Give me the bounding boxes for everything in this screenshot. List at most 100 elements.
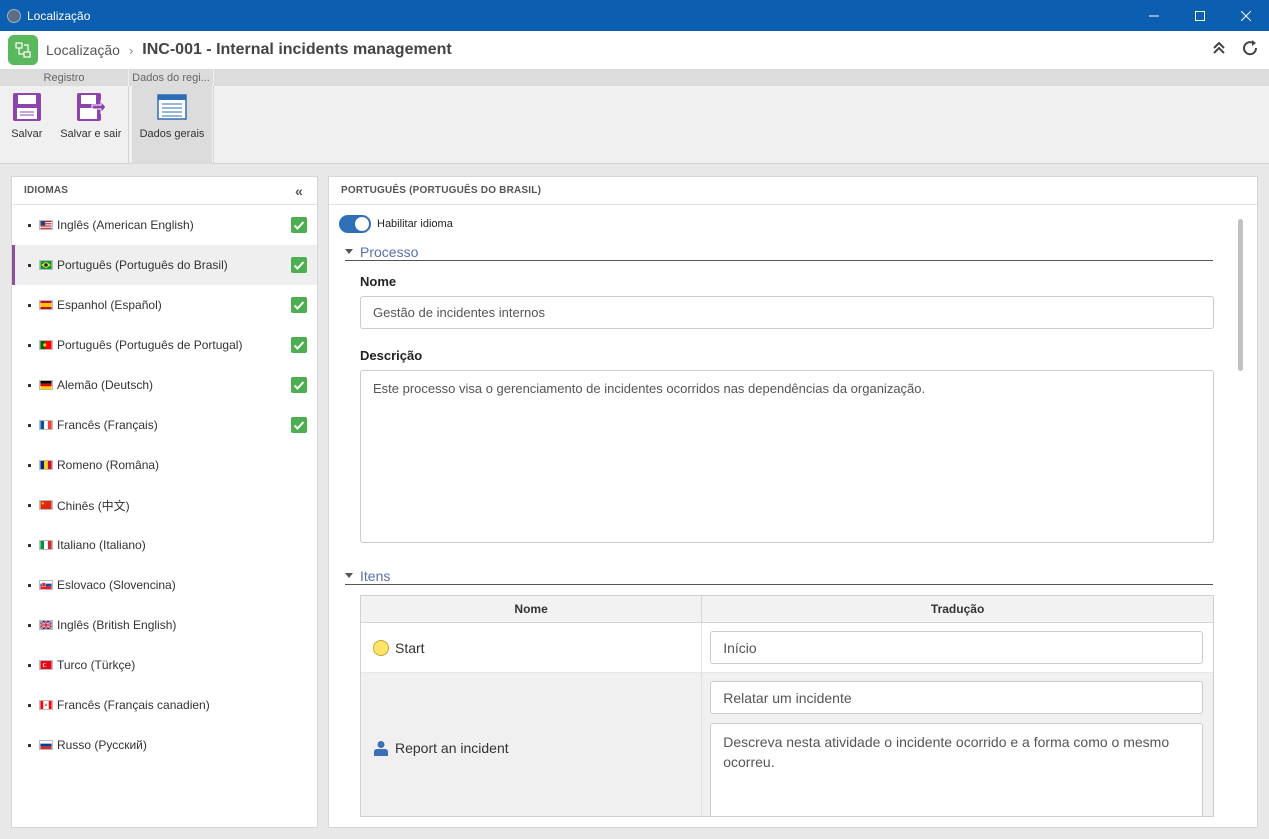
- language-item[interactable]: Italiano (Italiano): [12, 525, 317, 565]
- collapse-up-icon[interactable]: [1213, 41, 1225, 59]
- bullet-icon: [28, 503, 31, 507]
- language-item[interactable]: Inglês (British English): [12, 605, 317, 645]
- bullet-icon: [28, 703, 31, 707]
- flag-ru-icon: [39, 740, 53, 750]
- language-label: Francês (Français canadien): [57, 698, 210, 712]
- detail-title: PORTUGUÊS (PORTUGUÊS DO BRASIL): [341, 185, 542, 196]
- language-item[interactable]: Romeno (Româna): [12, 445, 317, 485]
- breadcrumb-separator-icon: ›: [128, 42, 134, 58]
- save-exit-icon: [76, 93, 106, 121]
- general-data-label: Dados gerais: [139, 128, 205, 140]
- window-title: Localização: [27, 8, 91, 23]
- general-data-button[interactable]: Dados gerais: [132, 86, 212, 164]
- save-and-exit-button[interactable]: Salvar e sair: [54, 86, 128, 164]
- language-label: Espanhol (Español): [57, 298, 162, 312]
- name-label: Nome: [360, 274, 397, 289]
- language-item[interactable]: Inglês (American English): [12, 205, 317, 245]
- person-icon: [374, 741, 388, 756]
- flag-it-icon: [39, 540, 53, 550]
- languages-panel: IDIOMAS « Inglês (American English) Portu…: [11, 176, 318, 828]
- language-label: Romeno (Româna): [57, 458, 160, 472]
- enabled-check-icon: [291, 217, 307, 233]
- language-label: Turco (Türkçe): [57, 658, 136, 672]
- localization-app-icon: [8, 35, 38, 65]
- language-label: Alemão (Deutsch): [57, 378, 154, 392]
- enabled-check-icon: [291, 417, 307, 433]
- column-header-name[interactable]: Nome: [361, 596, 703, 622]
- name-input[interactable]: Gestão de incidentes internos: [360, 296, 1214, 329]
- language-label: Português (Português de Portugal): [57, 338, 243, 352]
- bullet-icon: [28, 303, 31, 307]
- language-item[interactable]: Português (Português do Brasil): [12, 245, 317, 285]
- process-section-title: Processo: [360, 243, 419, 260]
- bullet-icon: [28, 343, 31, 347]
- refresh-icon[interactable]: [1241, 39, 1259, 62]
- ribbon-tab-dados[interactable]: Dados do regi...: [129, 69, 214, 86]
- flag-ro-icon: [39, 460, 53, 470]
- language-item[interactable]: Alemão (Deutsch): [12, 365, 317, 405]
- start-event-icon: [373, 639, 389, 656]
- bullet-icon: [28, 383, 31, 387]
- flag-ca-icon: [39, 700, 53, 710]
- language-item[interactable]: Russo (Русский): [12, 725, 317, 765]
- bullet-icon: [28, 463, 31, 467]
- language-item[interactable]: Eslovaco (Slovencina): [12, 565, 317, 605]
- save-label: Salvar: [11, 128, 43, 140]
- flag-gb-icon: [39, 620, 53, 630]
- window-titlebar: Localização: [0, 0, 1269, 31]
- flag-tr-icon: [39, 660, 53, 670]
- language-item[interactable]: Chinês (中文): [12, 485, 317, 525]
- item-name: Start: [395, 639, 425, 656]
- column-header-translation[interactable]: Tradução: [702, 596, 1213, 622]
- breadcrumb-root[interactable]: Localização: [46, 42, 120, 58]
- minimize-button[interactable]: [1131, 0, 1177, 31]
- close-window-button[interactable]: [1223, 0, 1269, 31]
- language-detail-panel: PORTUGUÊS (PORTUGUÊS DO BRASIL) Habilita…: [328, 176, 1258, 828]
- language-item[interactable]: Francês (Français): [12, 405, 317, 445]
- process-section-header[interactable]: Processo: [345, 243, 1213, 261]
- language-list: Inglês (American English) Português (Port…: [12, 205, 317, 765]
- detail-header: PORTUGUÊS (PORTUGUÊS DO BRASIL): [329, 177, 1257, 205]
- language-label: Inglês (American English): [57, 218, 194, 232]
- language-label: Russo (Русский): [57, 738, 147, 752]
- language-label: Chinês (中文): [57, 498, 130, 513]
- bullet-icon: [28, 263, 31, 267]
- flag-cn-icon: [39, 500, 53, 510]
- enabled-check-icon: [291, 297, 307, 313]
- flag-fr-icon: [39, 420, 53, 430]
- translation-input[interactable]: Início: [710, 631, 1204, 664]
- bullet-icon: [28, 543, 31, 547]
- flag-de-icon: [39, 380, 53, 390]
- bullet-icon: [28, 623, 31, 627]
- items-grid: Nome Tradução Start Início Report an inc…: [360, 595, 1214, 817]
- description-textarea[interactable]: Este processo visa o gerenciamento de in…: [360, 370, 1214, 543]
- translation-input[interactable]: Relatar um incidente: [710, 681, 1204, 714]
- item-name: Report an incident: [395, 740, 509, 756]
- collapse-left-icon[interactable]: «: [295, 183, 303, 199]
- items-section-title: Itens: [360, 567, 391, 584]
- language-item[interactable]: Espanhol (Español): [12, 285, 317, 325]
- detail-scrollbar[interactable]: [1238, 219, 1243, 371]
- maximize-icon: [1195, 10, 1205, 21]
- bullet-icon: [28, 663, 31, 667]
- enable-language-toggle[interactable]: [339, 215, 371, 233]
- table-row: Report an incident Relatar um incidente …: [361, 673, 1213, 816]
- ribbon-tab-registro[interactable]: Registro: [0, 69, 129, 86]
- enabled-check-icon: [291, 377, 307, 393]
- save-button[interactable]: Salvar: [0, 86, 54, 164]
- enabled-check-icon: [291, 337, 307, 353]
- minimize-icon: [1149, 15, 1159, 16]
- enabled-check-icon: [291, 257, 307, 273]
- app-globe-icon: [7, 8, 21, 23]
- maximize-button[interactable]: [1177, 0, 1223, 31]
- language-label: Italiano (Italiano): [57, 538, 146, 552]
- language-item[interactable]: Francês (Français canadien): [12, 685, 317, 725]
- bullet-icon: [28, 743, 31, 747]
- language-item[interactable]: Português (Português de Portugal): [12, 325, 317, 365]
- language-item[interactable]: Turco (Türkçe): [12, 645, 317, 685]
- translation-description-textarea[interactable]: Descreva nesta atividade o incidente oco…: [710, 723, 1204, 816]
- items-section-header[interactable]: Itens: [345, 567, 1213, 585]
- ribbon-toolbar: Registro Dados do regi... Salvar Salvar …: [0, 69, 1269, 164]
- table-row: Start Início: [361, 623, 1213, 673]
- enable-language-label: Habilitar idioma: [377, 218, 453, 230]
